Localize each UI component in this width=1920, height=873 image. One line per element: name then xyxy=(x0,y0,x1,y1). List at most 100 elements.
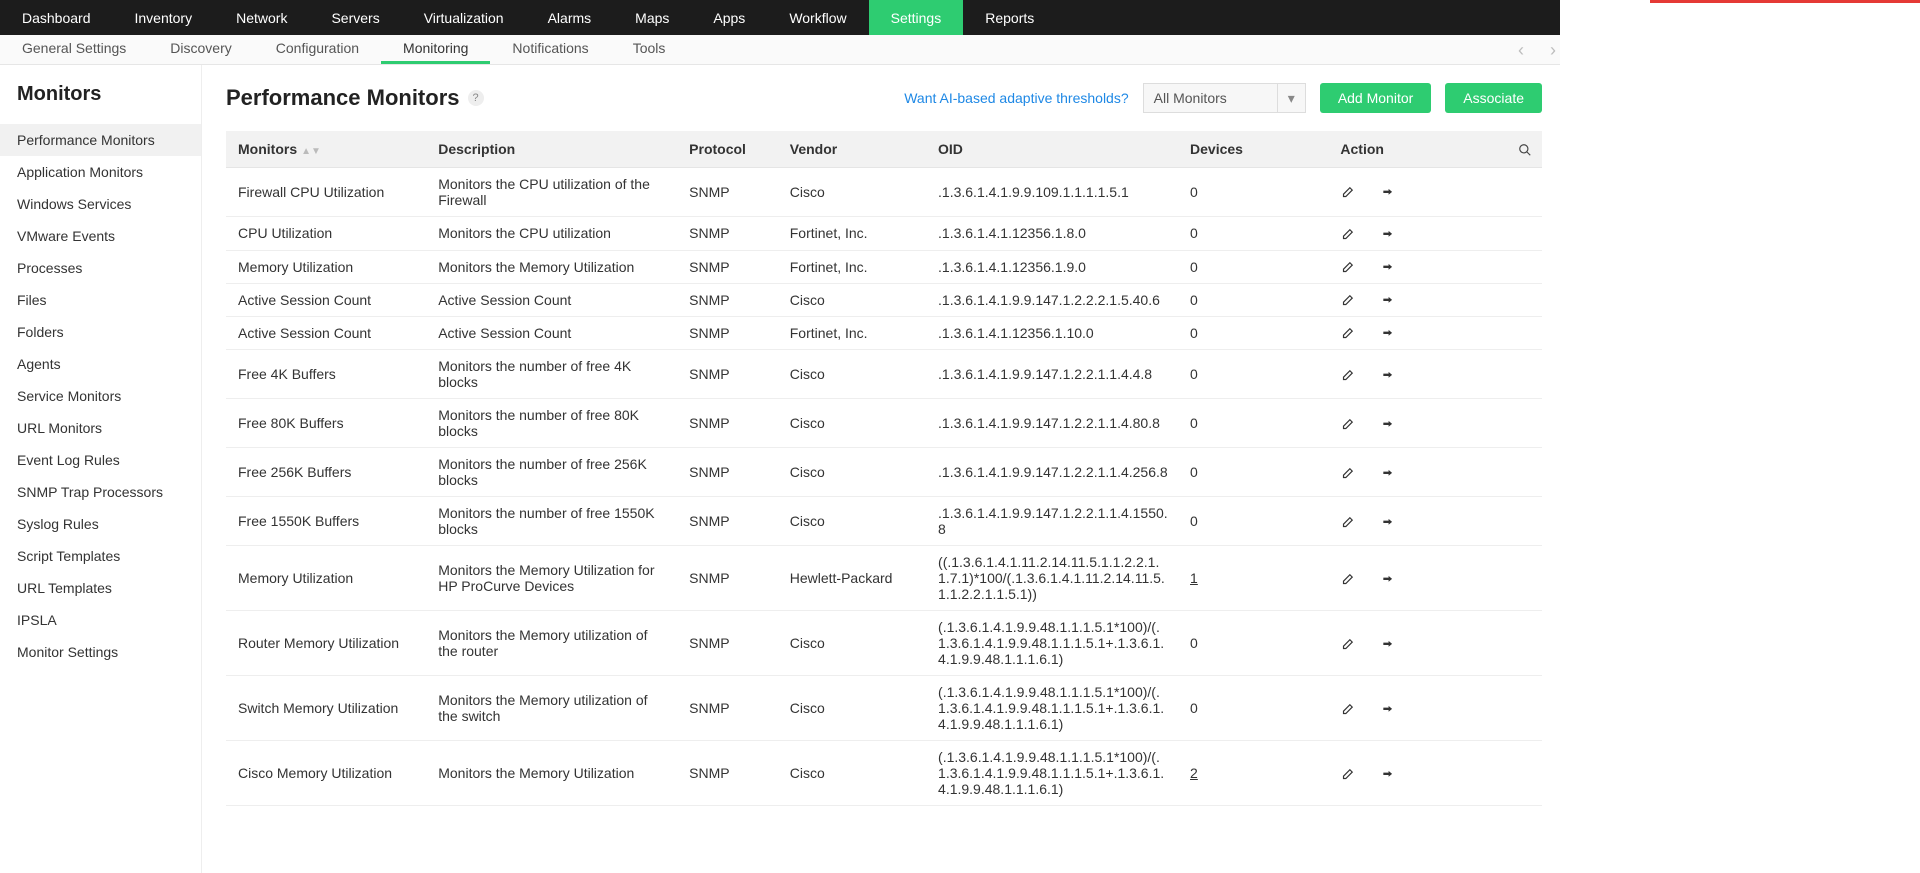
sidebar-item-snmp-trap-processors[interactable]: SNMP Trap Processors xyxy=(0,476,201,508)
sidebar-item-performance-monitors[interactable]: Performance Monitors xyxy=(0,124,201,156)
sidebar-item-monitor-settings[interactable]: Monitor Settings xyxy=(0,636,201,668)
cell-action xyxy=(1330,448,1500,497)
sidebar-item-ipsla[interactable]: IPSLA xyxy=(0,604,201,636)
topnav-maps[interactable]: Maps xyxy=(613,0,691,35)
add-monitor-button[interactable]: Add Monitor xyxy=(1320,83,1431,113)
export-icon[interactable] xyxy=(1380,635,1396,651)
edit-icon[interactable] xyxy=(1340,292,1354,308)
sidebar-item-event-log-rules[interactable]: Event Log Rules xyxy=(0,444,201,476)
sidebar-item-processes[interactable]: Processes xyxy=(0,252,201,284)
cell-oid: .1.3.6.1.4.1.9.9.147.1.2.2.1.1.4.4.8 xyxy=(928,350,1180,399)
cell-monitor: Cisco Memory Utilization xyxy=(226,741,428,806)
sidebar-item-url-templates[interactable]: URL Templates xyxy=(0,572,201,604)
export-icon[interactable] xyxy=(1380,366,1396,382)
col-protocol[interactable]: Protocol xyxy=(679,131,780,168)
topnav-virtualization[interactable]: Virtualization xyxy=(402,0,526,35)
topnav-settings[interactable]: Settings xyxy=(869,0,964,35)
topnav-dashboard[interactable]: Dashboard xyxy=(0,0,113,35)
sort-icon[interactable]: ▲▼ xyxy=(301,146,321,157)
edit-icon[interactable] xyxy=(1340,184,1354,200)
export-icon[interactable] xyxy=(1380,464,1396,480)
subnav-next-icon[interactable]: › xyxy=(1550,40,1556,61)
cell-description: Monitors the Memory Utilization for HP P… xyxy=(428,546,679,611)
export-icon[interactable] xyxy=(1380,765,1396,781)
subnav-monitoring[interactable]: Monitoring xyxy=(381,35,490,64)
cell-devices[interactable]: 2 xyxy=(1180,741,1330,806)
edit-icon[interactable] xyxy=(1340,570,1354,586)
cell-oid: (.1.3.6.1.4.1.9.9.48.1.1.1.5.1*100)/(.1.… xyxy=(928,676,1180,741)
monitors-filter-dropdown[interactable]: All Monitors ▾ xyxy=(1143,83,1306,113)
cell-protocol: SNMP xyxy=(679,546,780,611)
search-icon[interactable] xyxy=(1518,141,1532,157)
topnav-workflow[interactable]: Workflow xyxy=(767,0,868,35)
topnav-reports[interactable]: Reports xyxy=(963,0,1056,35)
sidebar-item-application-monitors[interactable]: Application Monitors xyxy=(0,156,201,188)
export-icon[interactable] xyxy=(1380,225,1396,241)
col-devices[interactable]: Devices xyxy=(1180,131,1330,168)
cell-monitor: Free 4K Buffers xyxy=(226,350,428,399)
topnav-inventory[interactable]: Inventory xyxy=(113,0,215,35)
subnav-notifications[interactable]: Notifications xyxy=(490,35,610,64)
edit-icon[interactable] xyxy=(1340,635,1354,651)
cell-devices: 0 xyxy=(1180,217,1330,250)
sidebar-item-url-monitors[interactable]: URL Monitors xyxy=(0,412,201,444)
top-nav: DashboardInventoryNetworkServersVirtuali… xyxy=(0,0,1560,35)
cell-vendor: Cisco xyxy=(780,350,928,399)
sidebar-item-folders[interactable]: Folders xyxy=(0,316,201,348)
help-icon[interactable]: ? xyxy=(468,90,484,106)
associate-button[interactable]: Associate xyxy=(1445,83,1542,113)
sidebar-title: Monitors xyxy=(0,83,201,124)
cell-devices: 0 xyxy=(1180,399,1330,448)
chevron-down-icon: ▾ xyxy=(1277,84,1295,112)
cell-action xyxy=(1330,217,1500,250)
export-icon[interactable] xyxy=(1380,325,1396,341)
sidebar-item-files[interactable]: Files xyxy=(0,284,201,316)
cell-monitor: Free 80K Buffers xyxy=(226,399,428,448)
topnav-apps[interactable]: Apps xyxy=(691,0,767,35)
edit-icon[interactable] xyxy=(1340,259,1354,275)
sidebar-item-script-templates[interactable]: Script Templates xyxy=(0,540,201,572)
export-icon[interactable] xyxy=(1380,570,1396,586)
table-row: Switch Memory UtilizationMonitors the Me… xyxy=(226,676,1542,741)
subnav-tools[interactable]: Tools xyxy=(611,35,688,64)
edit-icon[interactable] xyxy=(1340,415,1354,431)
col-monitors[interactable]: Monitors xyxy=(238,141,297,157)
subnav-prev-icon[interactable]: ‹ xyxy=(1518,40,1524,61)
col-description[interactable]: Description xyxy=(428,131,679,168)
edit-icon[interactable] xyxy=(1340,366,1354,382)
subnav-general-settings[interactable]: General Settings xyxy=(0,35,148,64)
export-icon[interactable] xyxy=(1380,415,1396,431)
col-vendor[interactable]: Vendor xyxy=(780,131,928,168)
kebab-menu-icon[interactable] xyxy=(1888,0,1918,35)
edit-icon[interactable] xyxy=(1340,700,1354,716)
topnav-servers[interactable]: Servers xyxy=(309,0,401,35)
export-icon[interactable] xyxy=(1380,292,1396,308)
cell-devices[interactable]: 1 xyxy=(1180,546,1330,611)
edit-icon[interactable] xyxy=(1340,325,1354,341)
export-icon[interactable] xyxy=(1380,513,1396,529)
edit-icon[interactable] xyxy=(1340,513,1354,529)
topnav-alarms[interactable]: Alarms xyxy=(526,0,614,35)
subnav-configuration[interactable]: Configuration xyxy=(254,35,381,64)
table-row: Memory UtilizationMonitors the Memory Ut… xyxy=(226,250,1542,283)
edit-icon[interactable] xyxy=(1340,225,1354,241)
sidebar-item-syslog-rules[interactable]: Syslog Rules xyxy=(0,508,201,540)
sidebar-item-vmware-events[interactable]: VMware Events xyxy=(0,220,201,252)
sidebar-item-windows-services[interactable]: Windows Services xyxy=(0,188,201,220)
sidebar-item-service-monitors[interactable]: Service Monitors xyxy=(0,380,201,412)
export-icon[interactable] xyxy=(1380,259,1396,275)
sidebar-item-agents[interactable]: Agents xyxy=(0,348,201,380)
export-icon[interactable] xyxy=(1380,184,1396,200)
cell-oid: (.1.3.6.1.4.1.9.9.48.1.1.1.5.1*100)/(.1.… xyxy=(928,741,1180,806)
topnav-network[interactable]: Network xyxy=(214,0,309,35)
col-oid[interactable]: OID xyxy=(928,131,1180,168)
export-icon[interactable] xyxy=(1380,700,1396,716)
page-title: Performance Monitors xyxy=(226,85,460,111)
edit-icon[interactable] xyxy=(1340,765,1354,781)
cell-vendor: Cisco xyxy=(780,741,928,806)
cell-devices: 0 xyxy=(1180,497,1330,546)
subnav-discovery[interactable]: Discovery xyxy=(148,35,253,64)
ai-thresholds-link[interactable]: Want AI-based adaptive thresholds? xyxy=(904,90,1128,106)
col-action[interactable]: Action xyxy=(1330,131,1500,168)
edit-icon[interactable] xyxy=(1340,464,1354,480)
